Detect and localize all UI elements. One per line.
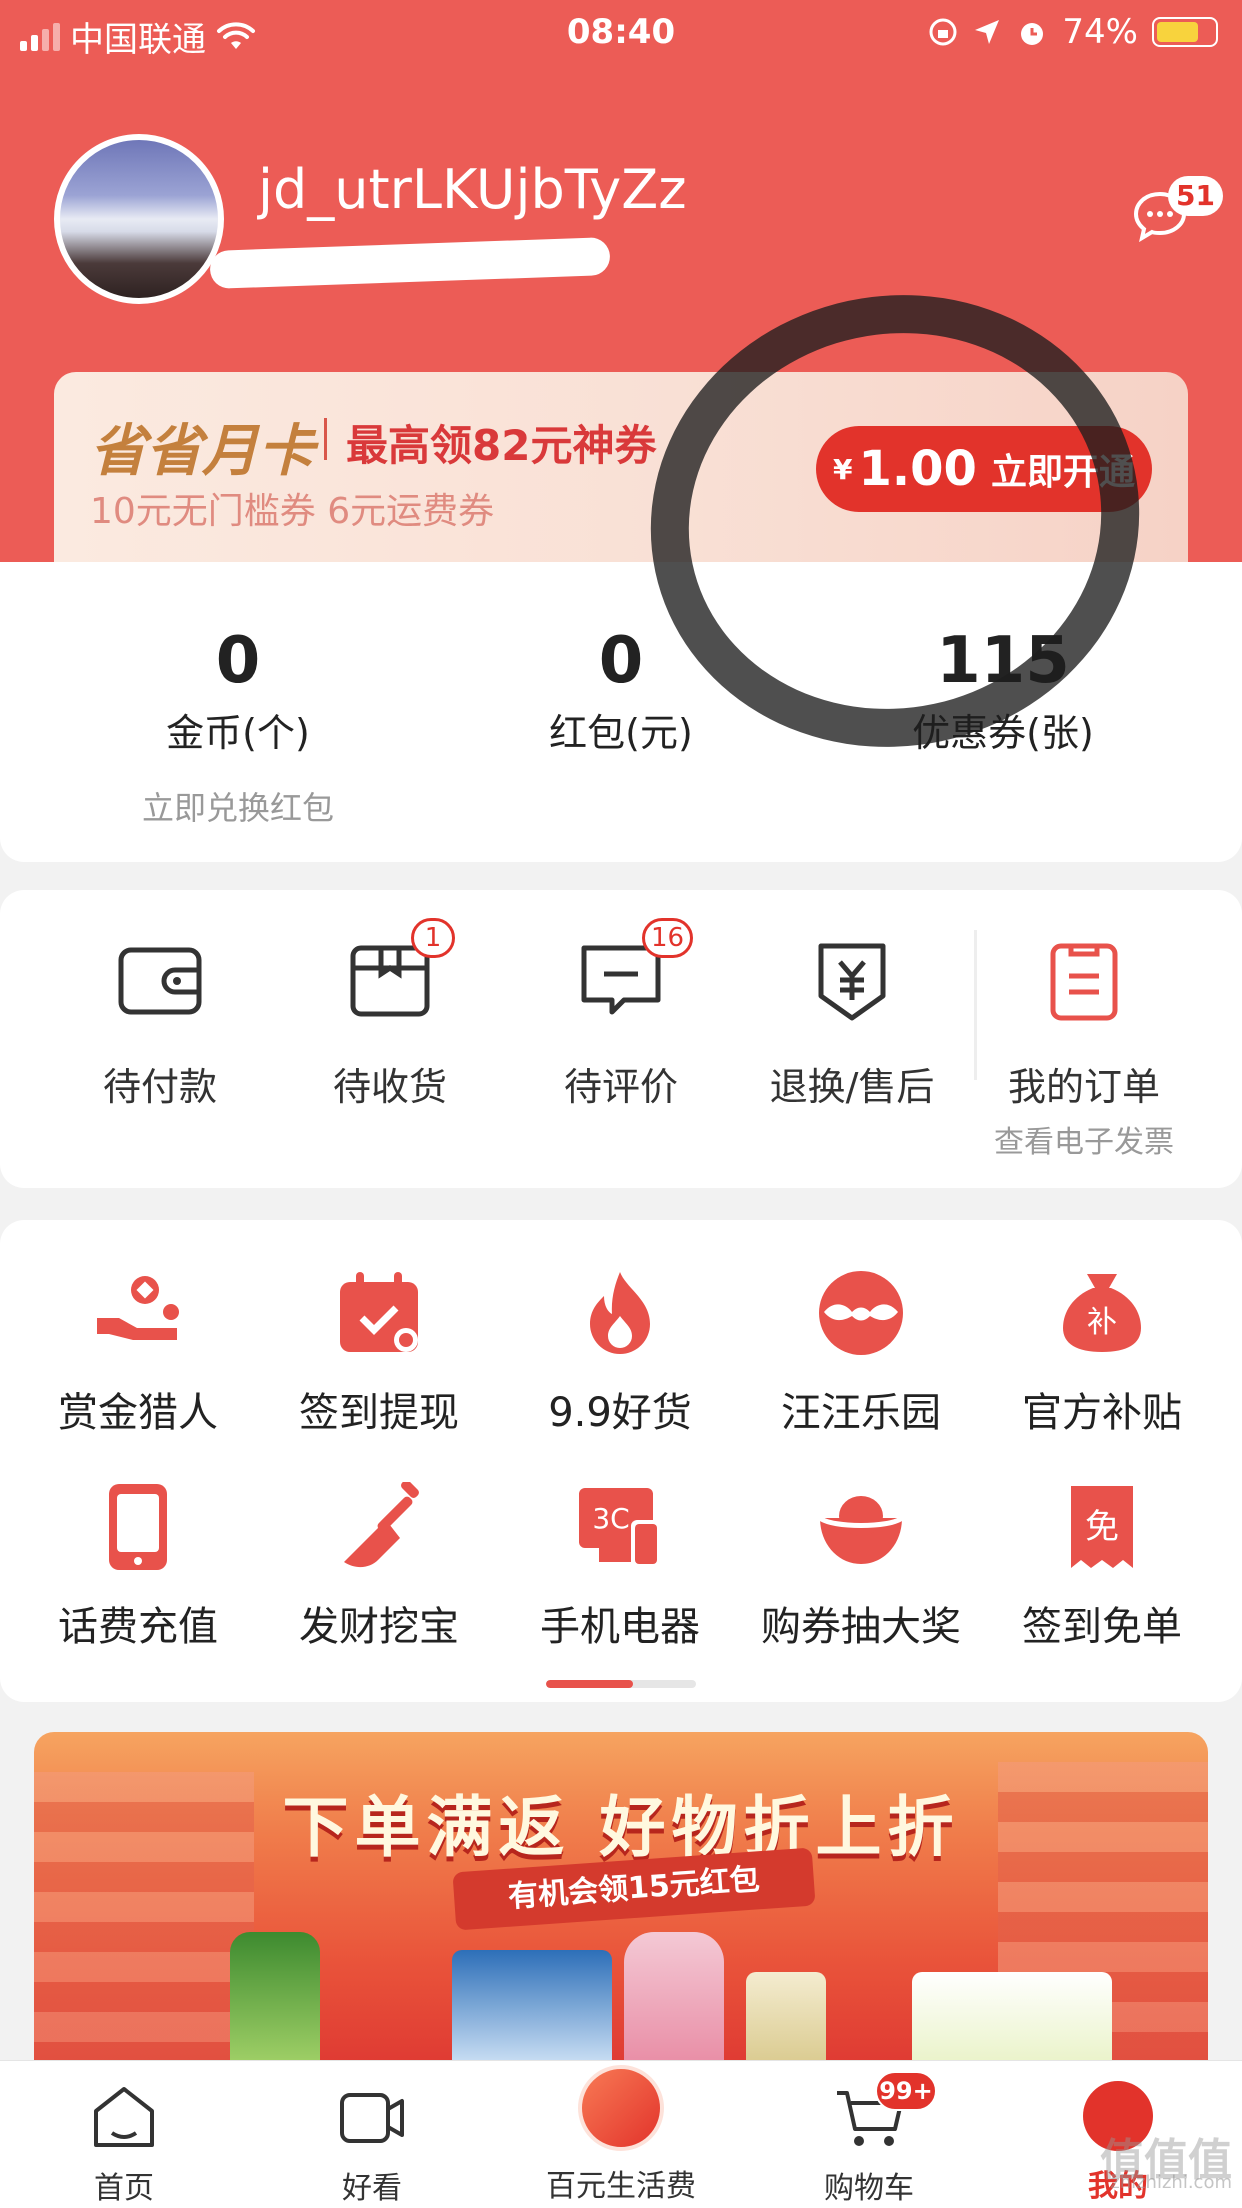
- phone-icon: [93, 1482, 183, 1572]
- tool-official-subsidy[interactable]: 补 官方补贴: [982, 1268, 1222, 1438]
- tool-checkin-cash[interactable]: 签到提现: [259, 1268, 499, 1438]
- toothpaste-tube-image: [746, 1972, 826, 2062]
- view-invoice-link[interactable]: 查看电子发票: [974, 1117, 1194, 1161]
- order-label: 退换/售后: [769, 1065, 935, 1109]
- tool-dig-treasure[interactable]: 发财挖宝: [259, 1480, 499, 1652]
- tool-label: 手机电器: [540, 1604, 700, 1650]
- orders-panel: 待付款 1 待收货 16 待评价 退换/售后 我的订单 查看电子发票: [0, 890, 1242, 1188]
- tab-cart[interactable]: 99+ 购物车: [769, 2071, 969, 2207]
- cart-icon: 99+: [833, 2071, 937, 2153]
- package-icon: 1: [345, 918, 455, 1026]
- tool-label: 官方补贴: [1022, 1390, 1182, 1436]
- order-badge: 16: [642, 918, 694, 958]
- bounty-hand-icon: [93, 1268, 183, 1358]
- comment-icon: 16: [576, 918, 694, 1026]
- video-icon: [336, 2081, 408, 2153]
- tool-phone-recharge[interactable]: 话费充值: [18, 1482, 258, 1652]
- tools-page-indicator: [546, 1680, 696, 1688]
- tool-checkin-free[interactable]: 免 签到免单: [982, 1482, 1222, 1652]
- svg-text:3C: 3C: [592, 1502, 629, 1535]
- tool-phones-appliances[interactable]: 3C 手机电器: [500, 1482, 740, 1652]
- tool-label: 赏金猎人: [58, 1390, 218, 1436]
- tool-wangwang-park[interactable]: 汪汪乐园: [741, 1268, 981, 1438]
- order-label: 待付款: [102, 1065, 217, 1109]
- home-icon: [88, 2081, 160, 2153]
- tab-label: 购物车: [824, 2171, 914, 2206]
- svg-text:补: 补: [1087, 1305, 1117, 1340]
- shovel-icon: [334, 1480, 424, 1572]
- tool-label: 购券抽大奖: [761, 1604, 961, 1650]
- order-badge: 1: [411, 918, 455, 958]
- redaction-scribble: [209, 237, 611, 289]
- tissue-box-image: [912, 1972, 1112, 2062]
- tab-home[interactable]: 首页: [24, 2081, 224, 2207]
- calendar-check-icon: [334, 1268, 424, 1358]
- order-pending-payment[interactable]: 待付款: [50, 936, 270, 1111]
- tab-living-allowance[interactable]: 百元生活费: [521, 2065, 721, 2205]
- wallet-icon: [115, 936, 205, 1026]
- order-list-icon: [1039, 936, 1129, 1026]
- tool-9-9-goods[interactable]: 9.9好货: [500, 1268, 740, 1438]
- order-refund-aftersale[interactable]: 退换/售后: [742, 936, 962, 1111]
- refund-icon: [807, 936, 897, 1026]
- tool-label: 签到免单: [1022, 1604, 1182, 1650]
- my-orders[interactable]: 我的订单 查看电子发票: [974, 936, 1194, 1161]
- promo-title: 最高领82元神券: [346, 421, 657, 470]
- red-envelope-icon: [578, 2065, 664, 2151]
- avatar[interactable]: [54, 134, 224, 304]
- redeem-link[interactable]: 立即兑换红包: [88, 783, 388, 829]
- site-watermark-url: zhizhizhi.com: [1110, 2172, 1232, 2193]
- softener-bottle-image: [624, 1932, 724, 2062]
- detergent-pack-image: [452, 1950, 612, 2062]
- promo-subtitle: 10元无门槛券 6元运费券: [90, 491, 495, 532]
- order-label: 待评价: [563, 1065, 678, 1109]
- promo-divider: [324, 418, 327, 460]
- red-packet-label: 红包(元): [549, 711, 693, 755]
- tab-label: 百元生活费: [546, 2169, 696, 2204]
- tools-grid: 赏金猎人 签到提现 9.9好货 汪汪乐园 补 官方补贴 话费充值 发财挖宝 3C…: [0, 1220, 1242, 1702]
- order-pending-review[interactable]: 16 待评价: [511, 918, 731, 1111]
- location-icon: [975, 20, 1000, 44]
- tool-coupon-lottery[interactable]: 购券抽大奖: [741, 1482, 981, 1652]
- promo-banner[interactable]: 下单满返 好物折上折 有机会领15元红包: [34, 1732, 1208, 2062]
- coins-label: 金币(个): [166, 711, 310, 755]
- username[interactable]: jd_utrLKUjbTyZz: [258, 158, 687, 221]
- order-label: 待收货: [332, 1065, 447, 1109]
- my-orders-label: 我的订单: [1007, 1065, 1160, 1109]
- tool-label: 9.9好货: [548, 1390, 692, 1436]
- tool-label: 发财挖宝: [299, 1604, 459, 1650]
- order-pending-receipt[interactable]: 1 待收货: [280, 918, 500, 1111]
- tab-label: 首页: [94, 2171, 154, 2206]
- cart-badge: 99+: [875, 2071, 937, 2111]
- bottom-tab-bar: 首页 好看 百元生活费 99+ 购物车 我的: [0, 2060, 1242, 2208]
- coins-value: 0: [215, 624, 261, 698]
- battery-percent: 74%: [1062, 12, 1138, 52]
- tool-bounty-hunter[interactable]: 赏金猎人: [18, 1268, 258, 1438]
- tab-label: 好看: [342, 2171, 402, 2206]
- free-ticket-icon: 免: [1057, 1482, 1147, 1572]
- orientation-lock-icon: [929, 18, 957, 46]
- gold-ingot-icon: [816, 1482, 906, 1572]
- flame-icon: [575, 1268, 665, 1358]
- dish-soap-bottle-image: [230, 1932, 320, 2062]
- coins-asset[interactable]: 0 金币(个) 立即兑换红包: [88, 624, 388, 829]
- promo-brand: 省省月卡: [90, 419, 314, 484]
- svg-text:免: 免: [1085, 1507, 1119, 1547]
- banner-title: 下单满返 好物折上折: [282, 1789, 960, 1866]
- alarm-icon: [1021, 23, 1044, 45]
- electronics-3c-icon: 3C: [575, 1482, 665, 1572]
- tool-label: 话费充值: [58, 1604, 218, 1650]
- money-bag-icon: 补: [1057, 1268, 1147, 1358]
- status-bar: 中国联通 08:40 74%: [0, 8, 1242, 60]
- tool-label: 签到提现: [299, 1390, 459, 1436]
- battery-icon: [1152, 17, 1218, 47]
- dog-face-icon: [816, 1268, 906, 1358]
- tool-label: 汪汪乐园: [781, 1390, 941, 1436]
- message-badge: 51: [1168, 176, 1223, 216]
- tab-haokan[interactable]: 好看: [272, 2081, 472, 2207]
